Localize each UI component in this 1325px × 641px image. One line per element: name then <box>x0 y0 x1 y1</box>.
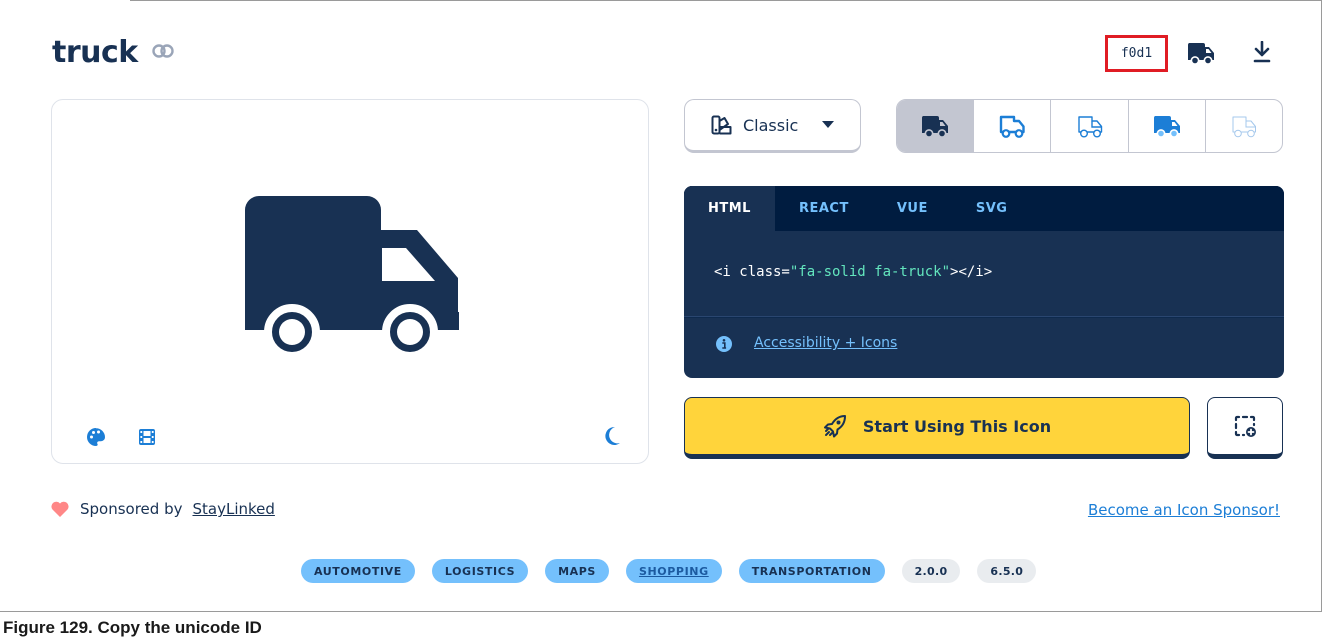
rocket-icon <box>823 415 846 438</box>
tab-react[interactable]: REACT <box>775 186 873 231</box>
tag-maps[interactable]: MAPS <box>545 559 609 583</box>
tag-list: AUTOMOTIVE LOGISTICS MAPS SHOPPING TRANS… <box>301 559 1037 583</box>
code-suffix: ></i> <box>950 264 993 280</box>
moon-icon[interactable] <box>603 426 621 446</box>
heart-icon <box>51 501 69 517</box>
start-using-label: Start Using This Icon <box>862 416 1052 436</box>
code-class-value: "fa-solid fa-truck" <box>789 264 951 280</box>
download-icon[interactable] <box>1253 41 1271 63</box>
truck-icon <box>922 116 949 138</box>
tag-logistics[interactable]: LOGISTICS <box>431 559 529 583</box>
icon-detail-frame: truck f0d1 Classic HTML REACT VUE SVG <i… <box>0 0 1322 612</box>
variant-duotone[interactable] <box>1127 100 1205 152</box>
sponsor-name-link[interactable]: StayLinked <box>192 500 274 518</box>
code-tabs: HTML REACT VUE SVG <box>684 186 1284 231</box>
truck-icon <box>1153 116 1180 138</box>
frame-top-border <box>130 0 1321 1</box>
icon-title: truck <box>52 35 138 70</box>
code-prefix: <i class= <box>714 264 790 280</box>
version-badge[interactable]: 6.5.0 <box>977 559 1037 583</box>
figure-caption: Figure 129. Copy the unicode ID <box>3 618 262 637</box>
tag-automotive[interactable]: AUTOMOTIVE <box>301 559 415 583</box>
tab-vue[interactable]: VUE <box>873 186 952 231</box>
code-divider <box>684 316 1284 318</box>
truck-icon <box>1000 115 1025 138</box>
truck-icon <box>1232 116 1256 138</box>
start-using-button[interactable]: Start Using This Icon <box>684 397 1190 459</box>
truck-icon <box>245 196 459 356</box>
variant-regular[interactable] <box>973 100 1050 152</box>
truck-icon <box>1077 116 1102 138</box>
variant-light[interactable] <box>1050 100 1127 152</box>
style-select-label: Classic <box>743 115 799 135</box>
variant-solid[interactable] <box>897 100 974 152</box>
swatchbook-icon <box>711 115 732 135</box>
sponsor-line: Sponsored by StayLinked <box>50 500 275 518</box>
film-icon[interactable] <box>138 428 156 446</box>
sponsor-prefix: Sponsored by <box>80 500 183 518</box>
tag-shopping[interactable]: SHOPPING <box>625 559 722 583</box>
accessibility-link[interactable]: Accessibility + Icons <box>754 335 897 351</box>
add-to-collection-button[interactable] <box>1207 397 1283 459</box>
tab-svg[interactable]: SVG <box>952 186 1032 231</box>
unicode-id[interactable]: f0d1 <box>1105 35 1168 72</box>
variant-thin[interactable] <box>1204 100 1282 152</box>
palette-icon[interactable] <box>86 427 106 447</box>
link-icon[interactable] <box>152 44 174 58</box>
caret-down-icon <box>822 121 835 128</box>
truck-icon[interactable] <box>1187 41 1215 65</box>
version-badge[interactable]: 2.0.0 <box>901 559 961 583</box>
add-to-collection-icon <box>1234 415 1256 437</box>
variant-selector <box>896 99 1283 153</box>
circle-info-icon <box>716 336 732 352</box>
tab-html[interactable]: HTML <box>684 186 775 231</box>
style-select[interactable]: Classic <box>684 99 861 153</box>
tag-transportation[interactable]: TRANSPORTATION <box>738 559 885 583</box>
code-panel: HTML REACT VUE SVG <i class="fa-solid fa… <box>684 186 1284 378</box>
code-snippet[interactable]: <i class="fa-solid fa-truck"></i> <box>714 264 992 280</box>
become-sponsor-link[interactable]: Become an Icon Sponsor! <box>1088 501 1280 519</box>
